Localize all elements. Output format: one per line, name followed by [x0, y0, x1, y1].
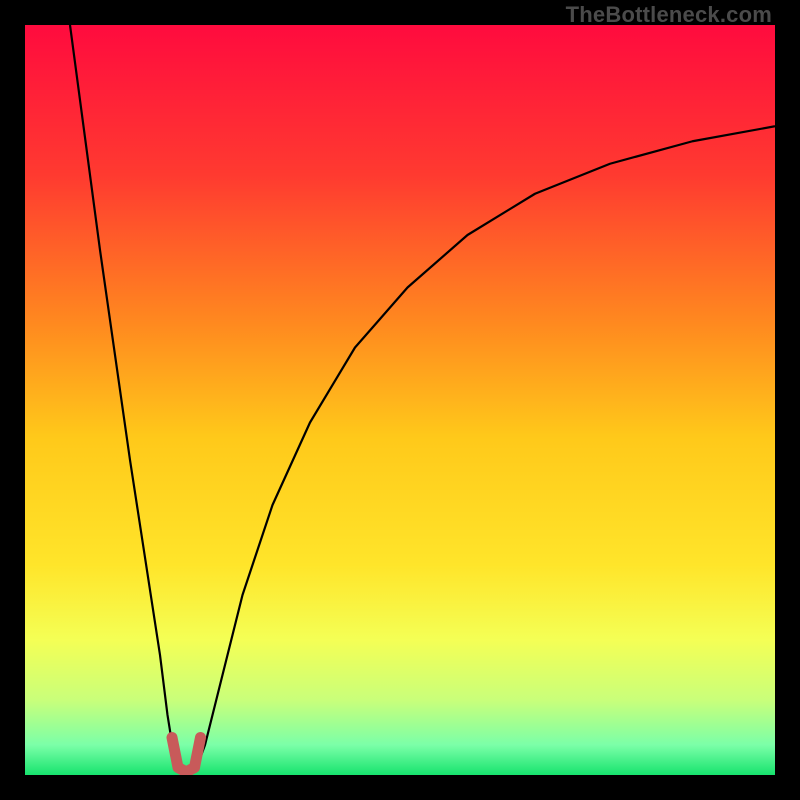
chart-background [25, 25, 775, 775]
chart-frame [25, 25, 775, 775]
bottleneck-chart [25, 25, 775, 775]
